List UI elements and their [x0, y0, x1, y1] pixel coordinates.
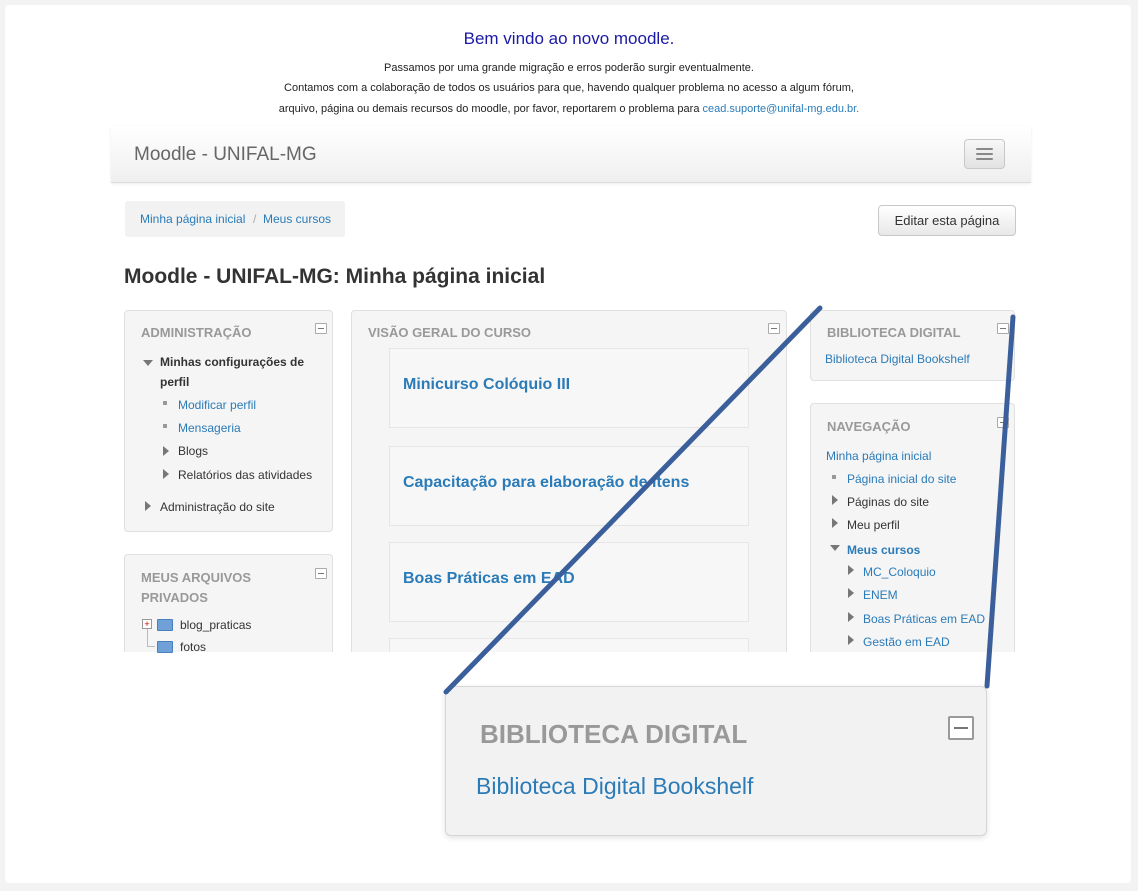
callout-line-right	[984, 314, 1016, 689]
callout-line-left	[443, 305, 823, 695]
callout-lines	[443, 305, 1016, 695]
